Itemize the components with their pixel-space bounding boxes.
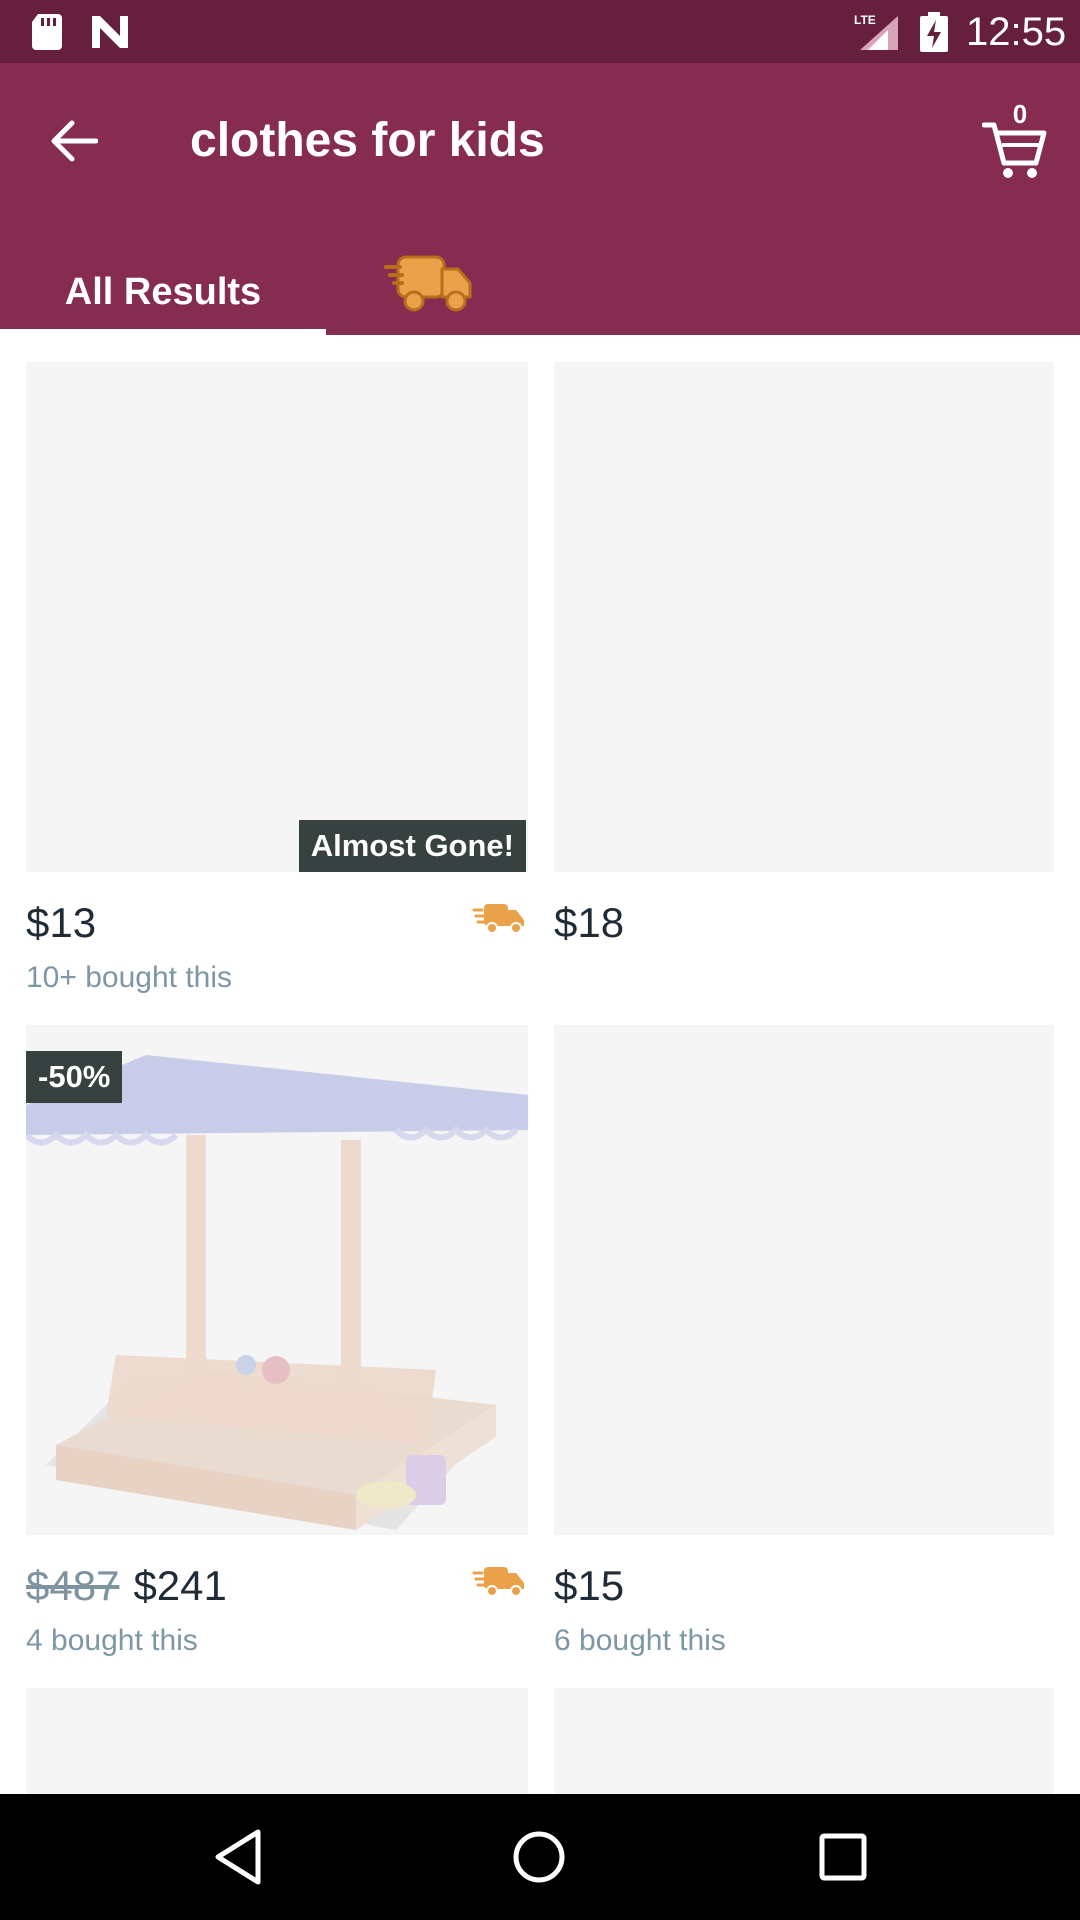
tab-all-results[interactable]: All Results xyxy=(0,249,326,335)
bought-count: 6 bought this xyxy=(554,1624,726,1657)
status-time: 12:55 xyxy=(966,10,1067,54)
sd-card-icon xyxy=(32,14,62,50)
battery-charging-icon xyxy=(920,12,948,52)
product-image[interactable] xyxy=(26,362,528,872)
back-arrow-icon xyxy=(51,120,98,162)
product-image[interactable] xyxy=(26,1688,528,1794)
tab-all-results-label: All Results xyxy=(64,270,262,313)
discount-badge: -50% xyxy=(26,1051,123,1103)
original-price: $487 xyxy=(26,1562,120,1609)
system-nav-bar xyxy=(0,1794,1080,1920)
lte-signal-icon: LTE xyxy=(854,13,898,50)
nav-recent-apps-icon[interactable] xyxy=(810,1824,876,1890)
almost-gone-badge: Almost Gone! xyxy=(298,820,526,872)
bought-count: 10+ bought this xyxy=(26,961,233,994)
page-title: clothes for kids xyxy=(190,114,545,167)
bought-count: 4 bought this xyxy=(26,1624,198,1657)
app-bar: clothes for kids 0 All Results xyxy=(0,63,1080,335)
cart-count-badge: 0 xyxy=(1012,99,1028,129)
fast-delivery-truck-icon[interactable] xyxy=(384,243,484,323)
n-notification-icon xyxy=(92,16,128,48)
product-image[interactable] xyxy=(554,362,1054,872)
back-button[interactable] xyxy=(36,103,112,179)
product-price: $18 xyxy=(554,899,625,946)
nav-back-icon[interactable] xyxy=(206,1824,272,1890)
product-price: $13 xyxy=(26,899,97,946)
tab-indicator xyxy=(0,329,326,335)
nav-home-icon[interactable] xyxy=(506,1824,572,1890)
sale-price: $241 xyxy=(133,1562,227,1609)
product-price: $487 $241 xyxy=(26,1561,227,1611)
product-image[interactable] xyxy=(554,1688,1054,1794)
product-image[interactable] xyxy=(554,1025,1054,1535)
fast-delivery-truck-icon xyxy=(472,1567,524,1597)
fast-delivery-truck-icon xyxy=(472,904,524,934)
product-price: $15 xyxy=(554,1562,625,1609)
status-bar: LTE 12:55 xyxy=(0,0,1080,63)
network-label: LTE xyxy=(854,13,876,27)
